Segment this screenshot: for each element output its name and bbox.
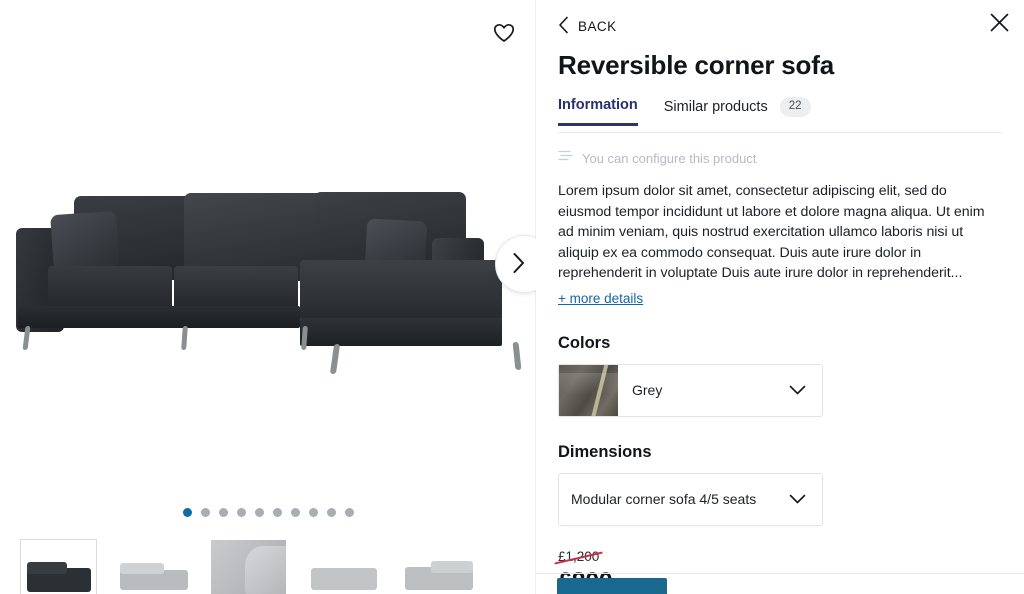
gallery-dot[interactable] [326,508,336,517]
dimensions-select[interactable]: Modular corner sofa 4/5 seats [558,472,823,526]
thumbnail-image [21,540,96,594]
thumbnail-image [401,540,476,594]
more-details-link[interactable]: + more details [558,291,643,306]
add-to-basket-button[interactable] [557,578,667,594]
gallery-dot[interactable] [200,508,210,517]
gallery-dot[interactable] [308,508,318,517]
gallery-thumbnail[interactable] [20,539,97,594]
thumbnail-image [306,540,381,594]
thumbnail-image [211,540,286,594]
footer-divider [536,573,1024,574]
tab-similar-products-label: Similar products [663,99,768,116]
colors-section-title: Colors [558,333,611,352]
gallery-dot[interactable] [218,508,228,517]
panel-header: BACK Reversible corner sofa Information … [536,0,1024,134]
gallery-thumbnail[interactable] [210,539,287,594]
chevron-left-icon [558,16,569,37]
close-button[interactable] [984,9,1014,39]
gallery-dot[interactable] [272,508,282,517]
similar-products-count-badge: 22 [779,97,811,117]
close-icon [990,13,1009,35]
hero-image-canvas [0,0,536,492]
tab-similar-products[interactable]: Similar products 22 [664,97,811,129]
color-select-value: Grey [632,382,663,399]
gallery-dot[interactable] [182,508,192,517]
product-description: Lorem ipsum dolor sit amet, consectetur … [558,183,985,282]
configurable-notice-label: You can configure this product [582,150,757,166]
chevron-down-icon [789,494,822,505]
gallery-thumbnail[interactable] [115,539,192,594]
chevron-down-icon [789,385,822,396]
tab-information[interactable]: Information [558,97,638,127]
grey-leather-swatch [559,364,618,416]
gallery-dot[interactable] [236,508,246,517]
gallery-dot[interactable] [344,508,354,517]
back-label: BACK [578,18,617,34]
product-gallery [0,0,536,594]
configurable-notice: You can configure this product [558,149,1002,167]
tab-information-label: Information [558,97,638,114]
favorite-button[interactable] [487,16,521,50]
back-button[interactable]: BACK [558,16,617,37]
gallery-dot[interactable] [254,508,264,517]
panel-body: You can configure this product Lorem ips… [536,149,1024,526]
page-title: Reversible corner sofa [558,50,834,80]
sofa-illustration [8,188,528,390]
product-detail-panel: BACK Reversible corner sofa Information … [536,0,1024,594]
dimensions-section-title: Dimensions [558,442,652,461]
gallery-dots[interactable] [0,508,536,517]
panel-tabs: Information Similar products 22 [558,97,1002,134]
thumbnail-image [116,540,191,594]
price-old: £1,200 [558,548,600,564]
hero-image[interactable] [0,0,536,492]
sliders-icon [558,149,573,167]
color-select[interactable]: Grey [558,363,823,417]
gallery-dot[interactable] [290,508,300,517]
heart-icon [493,23,515,43]
gallery-thumbnail[interactable] [400,539,477,594]
chevron-right-icon [513,252,526,277]
gallery-thumbnails [20,539,477,594]
gallery-thumbnail[interactable] [305,539,382,594]
panel-topbar: BACK [558,0,1002,44]
product-detail-screen: BACK Reversible corner sofa Information … [0,0,1024,594]
dimensions-select-value: Modular corner sofa 4/5 seats [571,491,757,508]
